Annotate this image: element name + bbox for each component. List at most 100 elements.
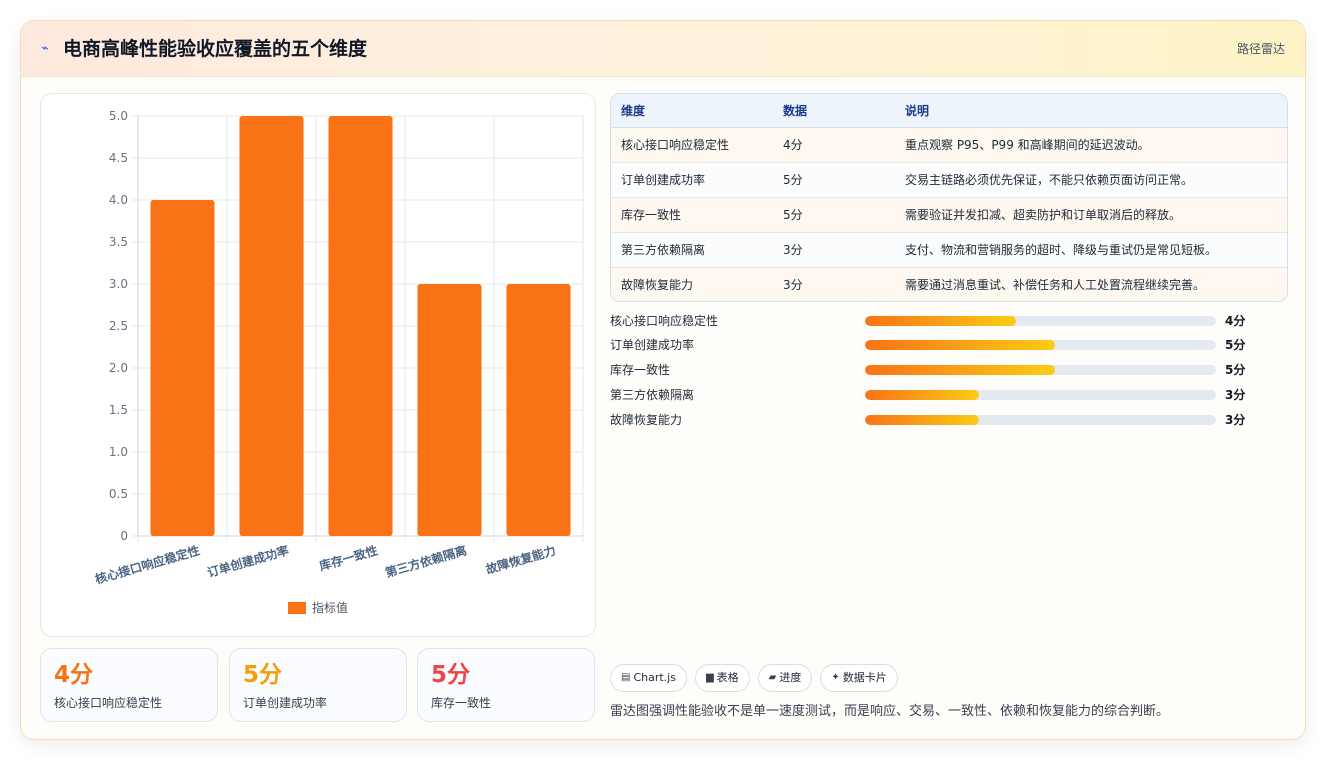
table-header-note: 说明 xyxy=(895,94,1287,128)
progress-label: 库存一致性 xyxy=(610,363,671,377)
table-cell-data: 5分 xyxy=(773,162,895,198)
y-tick-label: 1.5 xyxy=(109,403,128,417)
table-cell-dimension: 库存一致性 xyxy=(611,197,773,233)
x-tick-label: 核心接口响应稳定性 xyxy=(93,542,201,586)
table-cell-data: 5分 xyxy=(773,197,895,233)
progress-label: 故障恢复能力 xyxy=(610,413,683,427)
y-tick-label: 1.0 xyxy=(109,445,128,459)
dashboard-card: ⌁ 电商高峰性能验收应覆盖的五个维度 路径雷达 0 0.5 1.0 1.5 2.0 2.5… xyxy=(20,20,1306,740)
progress-value: 5分 xyxy=(1225,338,1246,352)
progress-fill xyxy=(865,390,980,400)
table-row: 故障恢复能力 3分 需要通过消息重试、补偿任务和人工处置流程继续完善。 xyxy=(611,267,1287,301)
progress-track xyxy=(865,316,1216,326)
card-header: ⌁ 电商高峰性能验收应覆盖的五个维度 路径雷达 xyxy=(21,21,1305,77)
stat-label: 订单创建成功率 xyxy=(243,696,328,710)
bar xyxy=(328,116,393,536)
table-header-row: 维度 数据 说明 xyxy=(611,94,1287,128)
bar xyxy=(417,284,482,536)
page-title: 电商高峰性能验收应覆盖的五个维度 xyxy=(63,38,368,60)
chip-label: Chart.js xyxy=(633,671,676,684)
progress-row: 第三方依赖隔离 3分 xyxy=(610,386,1250,404)
table-cell-data: 3分 xyxy=(773,232,895,268)
stat-value: 5分 xyxy=(243,662,283,688)
table-cell-note: 需要通过消息重试、补偿任务和人工处置流程继续完善。 xyxy=(895,267,1287,301)
progress-row: 库存一致性 5分 xyxy=(610,361,1250,379)
table-cell-data: 4分 xyxy=(773,127,895,163)
table-cell-note: 支付、物流和营销服务的超时、降级与重试仍是常见短板。 xyxy=(895,232,1287,268)
progress-icon: ▰ xyxy=(768,672,777,683)
stat-value: 4分 xyxy=(54,662,94,688)
chart-icon: ▤ xyxy=(621,672,631,683)
chip-label: 数据卡片 xyxy=(842,671,887,684)
table-icon: ▆ xyxy=(705,672,714,683)
progress-value: 3分 xyxy=(1225,413,1246,427)
stat-label: 库存一致性 xyxy=(431,696,492,710)
tag-chips: ▤ Chart.js ▆ 表格 ▰ 进度 ✦ 数据卡片 xyxy=(610,664,898,692)
y-tick-label: 4.5 xyxy=(109,151,128,165)
progress-fill xyxy=(865,415,980,425)
x-tick-label: 故障恢复能力 xyxy=(484,542,557,576)
sparkle-icon: ✦ xyxy=(831,672,840,683)
y-tick-label: 0 xyxy=(120,529,128,543)
chip-table[interactable]: ▆ 表格 xyxy=(694,664,750,692)
progress-fill xyxy=(865,365,1055,375)
stat-card-0: 4分 核心接口响应稳定性 xyxy=(40,648,218,722)
bar xyxy=(150,200,215,536)
table-cell-dimension: 故障恢复能力 xyxy=(611,267,773,301)
y-tick-label: 0.5 xyxy=(109,487,128,501)
metrics-table: 维度 数据 说明 核心接口响应稳定性 4分 重点观察 P95、P99 和高峰期间… xyxy=(610,93,1288,302)
table-cell-data: 3分 xyxy=(773,267,895,301)
bar xyxy=(239,116,304,536)
legend-label: 指标值 xyxy=(312,600,348,615)
table-cell-note: 重点观察 P95、P99 和高峰期间的延迟波动。 xyxy=(895,127,1287,163)
y-tick-label: 2.0 xyxy=(109,361,128,375)
bar xyxy=(506,284,571,536)
progress-track xyxy=(865,340,1216,350)
chip-progress[interactable]: ▰ 进度 xyxy=(757,664,813,692)
y-tick-label: 3.0 xyxy=(109,277,128,291)
progress-fill xyxy=(865,340,1055,350)
progress-label: 订单创建成功率 xyxy=(610,338,695,352)
progress-row: 订单创建成功率 5分 xyxy=(610,336,1250,354)
progress-value: 3分 xyxy=(1225,388,1246,402)
y-tick-label: 5.0 xyxy=(109,109,128,123)
lightning-icon: ⌁ xyxy=(41,41,49,56)
table-row: 核心接口响应稳定性 4分 重点观察 P95、P99 和高峰期间的延迟波动。 xyxy=(611,127,1287,163)
table-cell-dimension: 订单创建成功率 xyxy=(611,162,773,198)
stat-card-2: 5分 库存一致性 xyxy=(417,648,595,722)
bar-chart-panel: 0 0.5 1.0 1.5 2.0 2.5 3.0 3.5 4.0 4.5 5.0 核心接口响应稳定性… xyxy=(40,93,596,637)
progress-track xyxy=(865,390,1216,400)
footer-note: 雷达图强调性能验收不是单一速度测试，而是响应、交易、一致性、依赖和恢复能力的综合… xyxy=(610,704,1170,719)
progress-row: 故障恢复能力 3分 xyxy=(610,411,1250,429)
table-row: 第三方依赖隔离 3分 支付、物流和营销服务的超时、降级与重试仍是常见短板。 xyxy=(611,232,1287,268)
y-tick-label: 2.5 xyxy=(109,319,128,333)
stat-value: 5分 xyxy=(431,662,471,688)
table-header-dimension: 维度 xyxy=(611,94,773,128)
stat-label: 核心接口响应稳定性 xyxy=(54,696,163,710)
chip-label: 表格 xyxy=(716,671,739,684)
stat-card-1: 5分 订单创建成功率 xyxy=(229,648,407,722)
table-row: 订单创建成功率 5分 交易主链路必须优先保证，不能只依赖页面访问正常。 xyxy=(611,162,1287,198)
y-tick-label: 3.5 xyxy=(109,235,128,249)
chip-label: 进度 xyxy=(779,671,802,684)
progress-label: 第三方依赖隔离 xyxy=(610,388,695,402)
bar-chart: 0 0.5 1.0 1.5 2.0 2.5 3.0 3.5 4.0 4.5 5.0 核心接口响应稳定性… xyxy=(93,109,584,615)
progress-label: 核心接口响应稳定性 xyxy=(610,314,719,328)
progress-value: 5分 xyxy=(1225,363,1246,377)
table-row: 库存一致性 5分 需要验证并发扣减、超卖防护和订单取消后的释放。 xyxy=(611,197,1287,233)
progress-fill xyxy=(865,316,1016,326)
table-cell-dimension: 核心接口响应稳定性 xyxy=(611,127,773,163)
chip-data-card[interactable]: ✦ 数据卡片 xyxy=(820,664,898,692)
table-header-data: 数据 xyxy=(773,94,895,128)
table-cell-note: 需要验证并发扣减、超卖防护和订单取消后的释放。 xyxy=(895,197,1287,233)
chip-chartjs[interactable]: ▤ Chart.js xyxy=(610,664,687,692)
x-tick-label: 订单创建成功率 xyxy=(205,542,290,580)
y-tick-label: 4.0 xyxy=(109,193,128,207)
table-cell-note: 交易主链路必须优先保证，不能只依赖页面访问正常。 xyxy=(895,162,1287,198)
legend-swatch xyxy=(288,602,306,614)
x-tick-label: 库存一致性 xyxy=(318,542,380,573)
progress-track xyxy=(865,365,1216,375)
progress-value: 4分 xyxy=(1225,314,1246,328)
progress-track xyxy=(865,415,1216,425)
x-tick-label: 第三方依赖隔离 xyxy=(383,542,468,580)
